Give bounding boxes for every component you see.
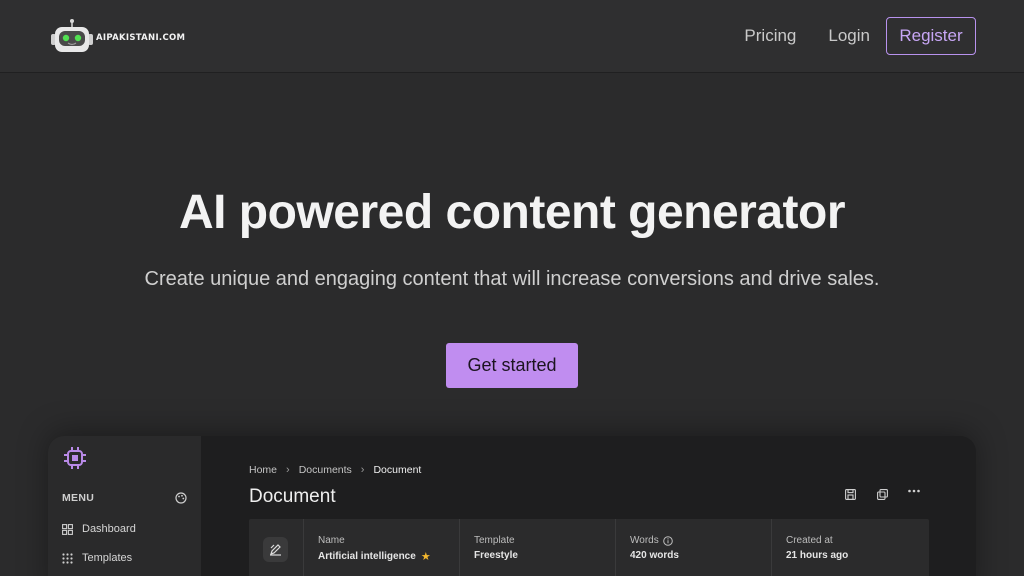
column-label: Template (474, 535, 515, 546)
breadcrumb-current: Document (373, 464, 422, 476)
grid-icon (62, 552, 73, 564)
sidebar-item-dashboard[interactable]: Dashboard (62, 523, 136, 535)
save-icon[interactable] (834, 489, 866, 500)
get-started-button[interactable]: Get started (446, 343, 578, 388)
words-label: Words (630, 535, 659, 546)
edit-document-icon (263, 537, 288, 562)
card-column-name: Name Artificial intelligence ★ (303, 519, 459, 576)
dashboard-icon (62, 523, 73, 535)
preview-main: Home › Documents › Document Document Nam… (201, 436, 976, 576)
column-label: Created at (786, 535, 833, 546)
card-column-created: Created at 21 hours ago (771, 519, 929, 576)
breadcrumb-documents[interactable]: Documents (299, 464, 352, 476)
card-column-template: Template Freestyle (459, 519, 615, 576)
nav-pricing-link[interactable]: Pricing (744, 17, 796, 55)
copy-icon[interactable] (866, 489, 898, 500)
card-column-words: Words 420 words (615, 519, 771, 576)
chevron-right-icon: › (360, 464, 365, 476)
column-label: Name (318, 535, 345, 546)
sidebar-item-templates[interactable]: Templates (62, 552, 132, 564)
hero-subtitle: Create unique and engaging content that … (144, 268, 880, 290)
column-value: Freestyle (474, 550, 518, 561)
star-icon[interactable]: ★ (421, 550, 431, 563)
column-label: Words (630, 535, 673, 546)
palette-icon[interactable] (175, 491, 187, 509)
site-header: AIPAKISTANI.COM Pricing Login Register (0, 0, 1024, 72)
menu-label: MENU (62, 492, 95, 504)
chip-icon (64, 447, 86, 469)
logo[interactable]: AIPAKISTANI.COM (50, 18, 185, 54)
chip-logo (62, 445, 88, 476)
chevron-right-icon: › (286, 464, 290, 476)
sidebar-item-label: Dashboard (82, 523, 136, 535)
robot-logo-icon (51, 19, 93, 52)
column-value: 21 hours ago (786, 550, 849, 561)
info-icon[interactable] (662, 535, 673, 546)
app-preview: MENU Dashboard Templates Home › Document… (48, 436, 976, 576)
hero-title: AI powered content generator (178, 186, 846, 239)
document-info-card: Name Artificial intelligence ★ Template … (249, 519, 929, 576)
logo-text: AIPAKISTANI.COM (96, 32, 186, 43)
document-name: Artificial intelligence (318, 551, 416, 562)
register-button[interactable]: Register (886, 17, 976, 55)
column-value: 420 words (630, 550, 679, 561)
more-icon[interactable] (898, 489, 930, 500)
preview-sidebar: MENU Dashboard Templates (48, 436, 201, 576)
nav-login-link[interactable]: Login (828, 17, 870, 55)
breadcrumb: Home › Documents › Document (249, 464, 421, 476)
main-nav: Pricing Login Register (744, 17, 976, 55)
sidebar-item-label: Templates (82, 552, 133, 564)
document-actions (834, 489, 930, 500)
breadcrumb-home[interactable]: Home (249, 464, 277, 476)
column-value: Artificial intelligence ★ (318, 550, 431, 563)
document-title: Document (249, 486, 336, 507)
